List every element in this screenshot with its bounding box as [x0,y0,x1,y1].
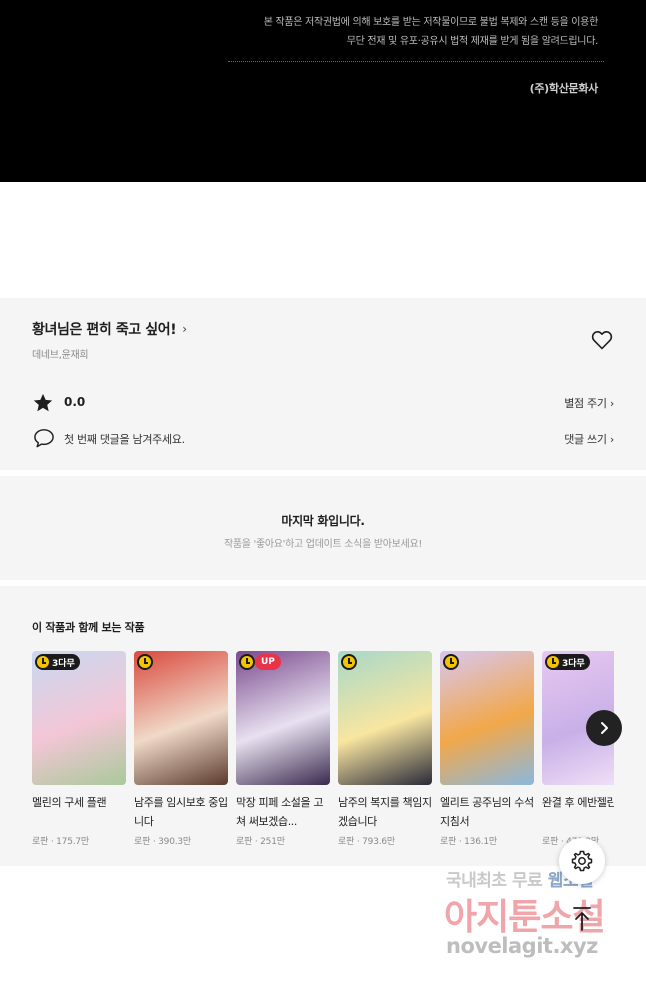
card-title: 완결 후 에반젤린 [542,796,614,809]
wait-free-badge [341,654,357,670]
recommendation-card[interactable]: 3다무멜린의 구세 플랜로판 · 175.7만 [32,651,126,847]
recommendation-card[interactable]: 엘리트 공주님의 수석지침서로판 · 136.1만 [440,651,534,847]
watermark-line-3: novelagit.xyz [446,934,598,958]
copyright-line-2: 무단 전재 및 유포·공유시 법적 제재를 받게 됨을 알려드립니다. [346,36,599,47]
chevron-right-icon: › [182,322,188,336]
work-info-panel: 황녀님은 편히 죽고 싶어! › 데네브,윤재희 0.0 별점 주기 › 첫 번… [0,298,646,470]
recommendation-card[interactable]: 남주의 복지를 책임지겠습니다로판 · 793.6만 [338,651,432,847]
comment-bubble-icon [34,429,54,448]
clock-icon [241,656,253,668]
recommendation-card[interactable]: UP 막장 피페 소설을 고쳐 써보겠습... 로판 · 251만 [236,651,330,847]
watermark: 국내최초 무료 웹소설 아지툰소설 novelagit.xyz [440,866,630,966]
wait-free-badge: 3다무 [35,654,80,670]
cover-image [440,651,534,785]
rating-value: 0.0 [64,395,86,409]
last-episode-heading: 마지막 화입니다. [281,514,365,528]
rate-button[interactable]: 별점 주기 › [564,395,614,411]
badge-label: 3다무 [52,658,75,669]
divider [228,61,604,62]
chevron-right-icon [601,722,608,734]
work-authors: 데네브,윤재희 [32,350,89,361]
card-meta: 로판 · 175.7만 [32,837,89,847]
write-comment-button[interactable]: 댓글 쓰기 › [564,431,614,447]
card-meta: 로판 · 136.1만 [440,837,497,847]
last-episode-notice: 마지막 화입니다. 작품을 '좋아요'하고 업데이트 소식을 받아보세요! [0,476,646,580]
copyright-notice: 본 작품은 저작권법에 의해 보호를 받는 저작물이므로 불법 복제와 스캔 등… [0,0,646,182]
scroll-top-button[interactable] [566,903,598,935]
recommendations-section: 이 작품과 함께 보는 작품 3다무 멜린의 구세 플랜 로판 · 175.7만 남주… [0,586,646,866]
recommendations-carousel: 3다무 멜린의 구세 플랜 로판 · 175.7만 남주를 임시보호 중입니다 로판 ·… [32,651,614,866]
cover-image: UP [236,651,330,785]
comment-prompt: 첫 번째 댓글을 남겨주세요. [64,433,185,446]
clock-icon [445,656,457,668]
card-title: 엘리트 공주님의 수석지침서 [440,796,534,828]
recommendations-heading: 이 작품과 함께 보는 작품 [32,621,145,634]
wait-free-badge: 3다무 [545,654,590,670]
publisher-name: (주)학산문화사 [529,82,599,95]
update-badge: UP [255,654,281,670]
card-title: 막장 피페 소설을 고쳐 써보겠습... [236,796,324,828]
wait-free-badge [137,654,153,670]
clock-icon [547,656,559,668]
clock-icon [37,656,49,668]
recommendation-card[interactable]: 3다무완결 후 에반젤린로판 · 479.2만 [542,651,614,847]
card-title: 멜린의 구세 플랜 [32,796,107,809]
card-meta: 로판 · 390.3만 [134,837,191,847]
cover-image [338,651,432,785]
recommendation-card[interactable]: 남주를 임시보호 중입니다로판 · 390.3만 [134,651,228,847]
cover-image [134,651,228,785]
badge-label: 3다무 [562,658,585,669]
card-meta: 로판 · 793.6만 [338,837,395,847]
carousel-next-button[interactable] [586,710,622,746]
cover-image: 3다무 [32,651,126,785]
wait-free-badge [443,654,459,670]
clock-icon [343,656,355,668]
card-title: 남주를 임시보호 중입니다 [134,796,228,828]
clock-icon [139,656,151,668]
card-meta: 로판 · 251만 [236,837,285,847]
arrow-up-icon [573,907,591,931]
wait-free-badge [239,654,255,670]
star-icon [33,393,53,412]
last-episode-subtext: 작품을 '좋아요'하고 업데이트 소식을 받아보세요! [223,539,423,550]
heart-icon[interactable] [590,328,614,352]
settings-button[interactable] [559,838,605,884]
card-title: 남주의 복지를 책임지겠습니다 [338,796,432,828]
work-title-link[interactable]: 황녀님은 편히 죽고 싶어! › [32,319,187,339]
copyright-line-1: 본 작품은 저작권법에 의해 보호를 받는 저작물이므로 불법 복제와 스캔 등… [263,17,599,28]
gear-icon [571,850,593,872]
work-title: 황녀님은 편히 죽고 싶어! [32,322,177,338]
